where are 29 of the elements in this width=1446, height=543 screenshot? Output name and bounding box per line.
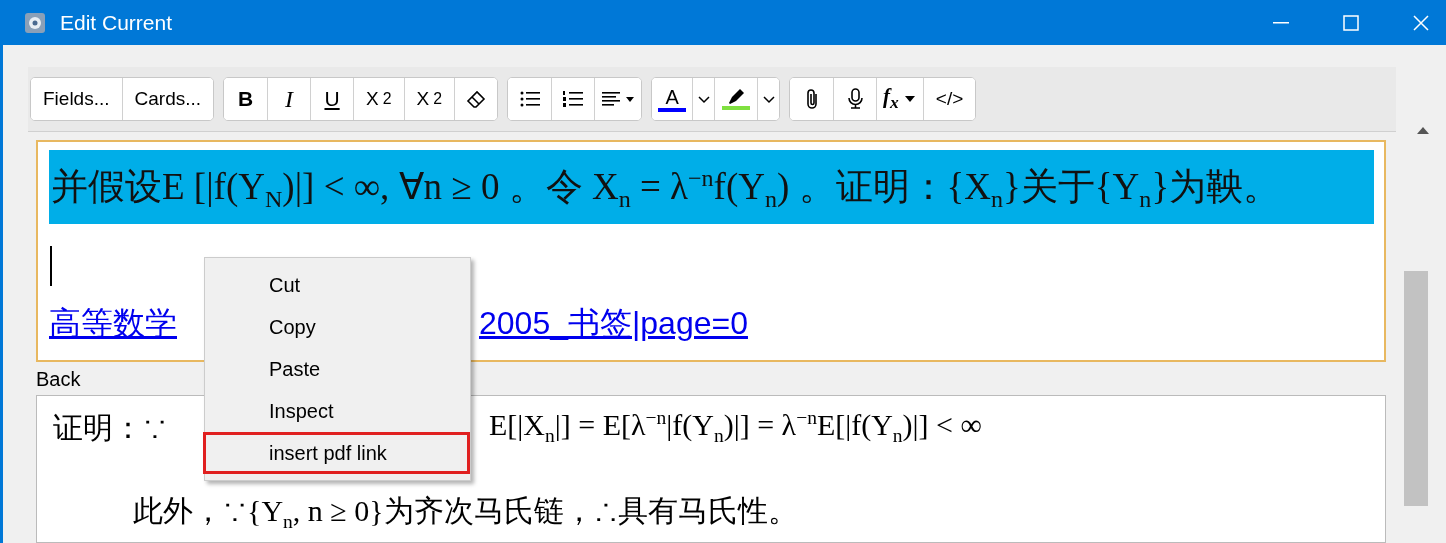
clear-format-button[interactable]: [454, 78, 498, 120]
menu-item[interactable]: insert pdf link: [203, 432, 470, 474]
menu-item[interactable]: Cut: [205, 264, 470, 306]
scroll-up-icon: [1416, 125, 1430, 135]
scrollbar-thumb[interactable]: [1404, 271, 1428, 506]
align-icon: [601, 89, 636, 109]
app-icon: [24, 11, 46, 34]
align-button[interactable]: [594, 78, 642, 120]
answer-text: 证明：∵: [53, 410, 167, 446]
dropdown-button[interactable]: [757, 78, 780, 120]
numbered-list-icon: [562, 89, 585, 109]
answer-text: 此外，∵{Y$_{n}$, n ≥ 0}为齐次马氏链，∴具有马氏性。: [133, 493, 799, 532]
text-cursor: [50, 246, 52, 286]
toolbar-button[interactable]: Cards...: [121, 78, 214, 120]
field-label: Back: [36, 368, 81, 391]
bullet-list-icon: [518, 89, 541, 109]
answer-text: E[|X$_{n}$|] = E[λ$^{−n}$|f(Y$_{n}$)|] = λ$^{−n}$E[|f(Y$_{n}$)|] < ∞: [489, 408, 982, 448]
pdf-link[interactable]: 2005_书签|page=0: [479, 302, 748, 346]
minimize-icon: [1273, 21, 1289, 24]
microphone-icon: [845, 88, 865, 110]
marker-icon: [726, 88, 747, 106]
eraser-icon: [465, 88, 488, 110]
toolbar-button[interactable]: </>: [922, 78, 976, 120]
menu-item[interactable]: Copy: [205, 306, 470, 348]
pdf-link[interactable]: 高等数学: [49, 302, 177, 346]
maximize-icon: [1342, 13, 1360, 32]
close-icon: [1412, 13, 1430, 32]
window-title: Edit Current: [60, 10, 174, 35]
selected-text: 并假设E [|f(Y$_{N}$)|] < ∞, ∀n ≥ 0 。令 X$_{n}$ = λ$^{−n}$f(Y$_{n}$) 。证明：{X$_{n}$}关于{Y$_{n}$}为鞅。: [49, 150, 1374, 224]
